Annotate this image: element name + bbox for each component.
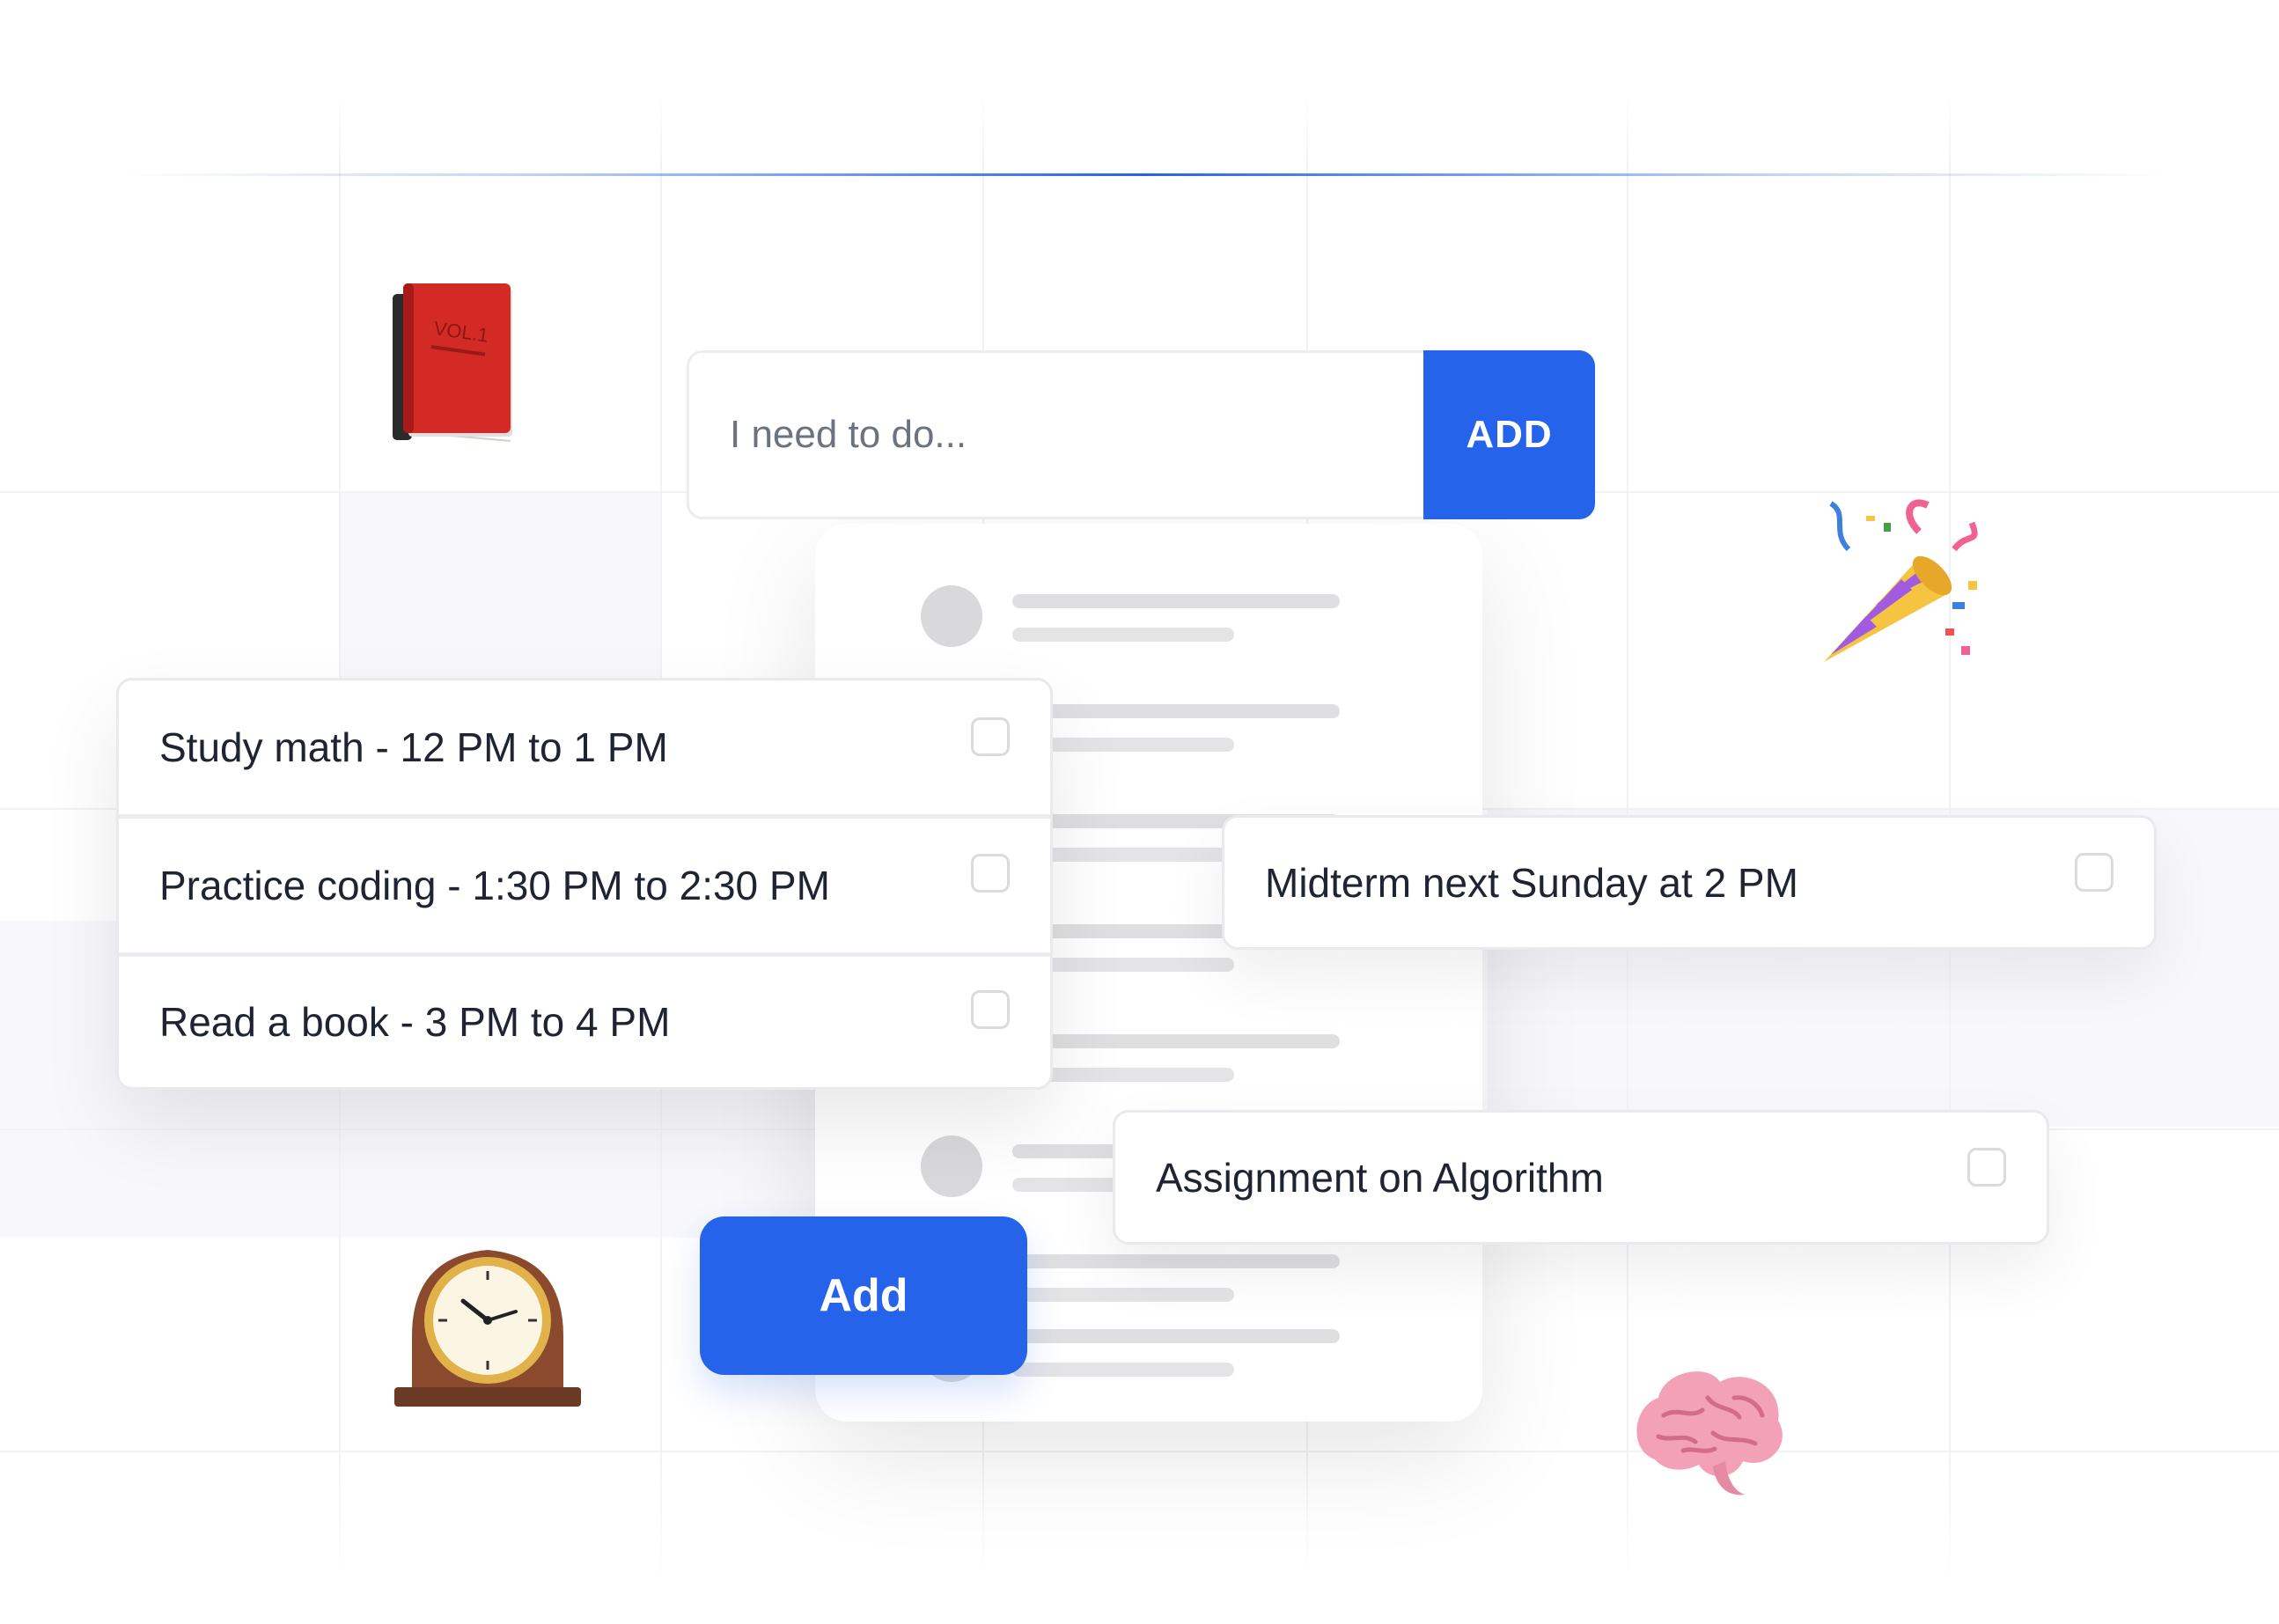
task-row[interactable]: Practice coding - 1:30 PM to 2:30 PM [119,819,1050,957]
header-divider-line [123,173,2165,176]
task-label: Read a book - 3 PM to 4 PM [159,999,671,1045]
book-icon: VOL.1 [393,283,512,442]
add-task-button[interactable]: ADD [1423,350,1595,519]
add-button[interactable]: Add [700,1216,1027,1375]
task-card-assignment[interactable]: Assignment on Algorithm [1113,1110,2049,1245]
task-label: Midterm next Sunday at 2 PM [1265,859,1798,906]
task-row[interactable]: Study math - 12 PM to 1 PM [119,680,1050,819]
task-row[interactable]: Read a book - 3 PM to 4 PM [119,955,1050,1087]
task-checkbox[interactable] [1967,1148,2006,1187]
task-checkbox[interactable] [971,717,1010,756]
task-checkbox[interactable] [971,990,1010,1029]
task-label: Assignment on Algorithm [1156,1154,1604,1201]
task-label: Practice coding - 1:30 PM to 2:30 PM [159,863,830,908]
skeleton-row [815,555,1482,647]
mantelpiece-clock-icon [394,1250,581,1407]
task-list: Study math - 12 PM to 1 PM Practice codi… [116,678,1053,1090]
new-task-input[interactable] [689,353,1426,517]
task-card-midterm[interactable]: Midterm next Sunday at 2 PM [1222,815,2157,950]
task-checkbox[interactable] [971,854,1010,893]
task-checkbox[interactable] [2075,853,2114,892]
task-label: Study math - 12 PM to 1 PM [159,724,668,770]
brain-icon [1636,1371,1783,1495]
party-popper-icon [1824,499,1978,662]
